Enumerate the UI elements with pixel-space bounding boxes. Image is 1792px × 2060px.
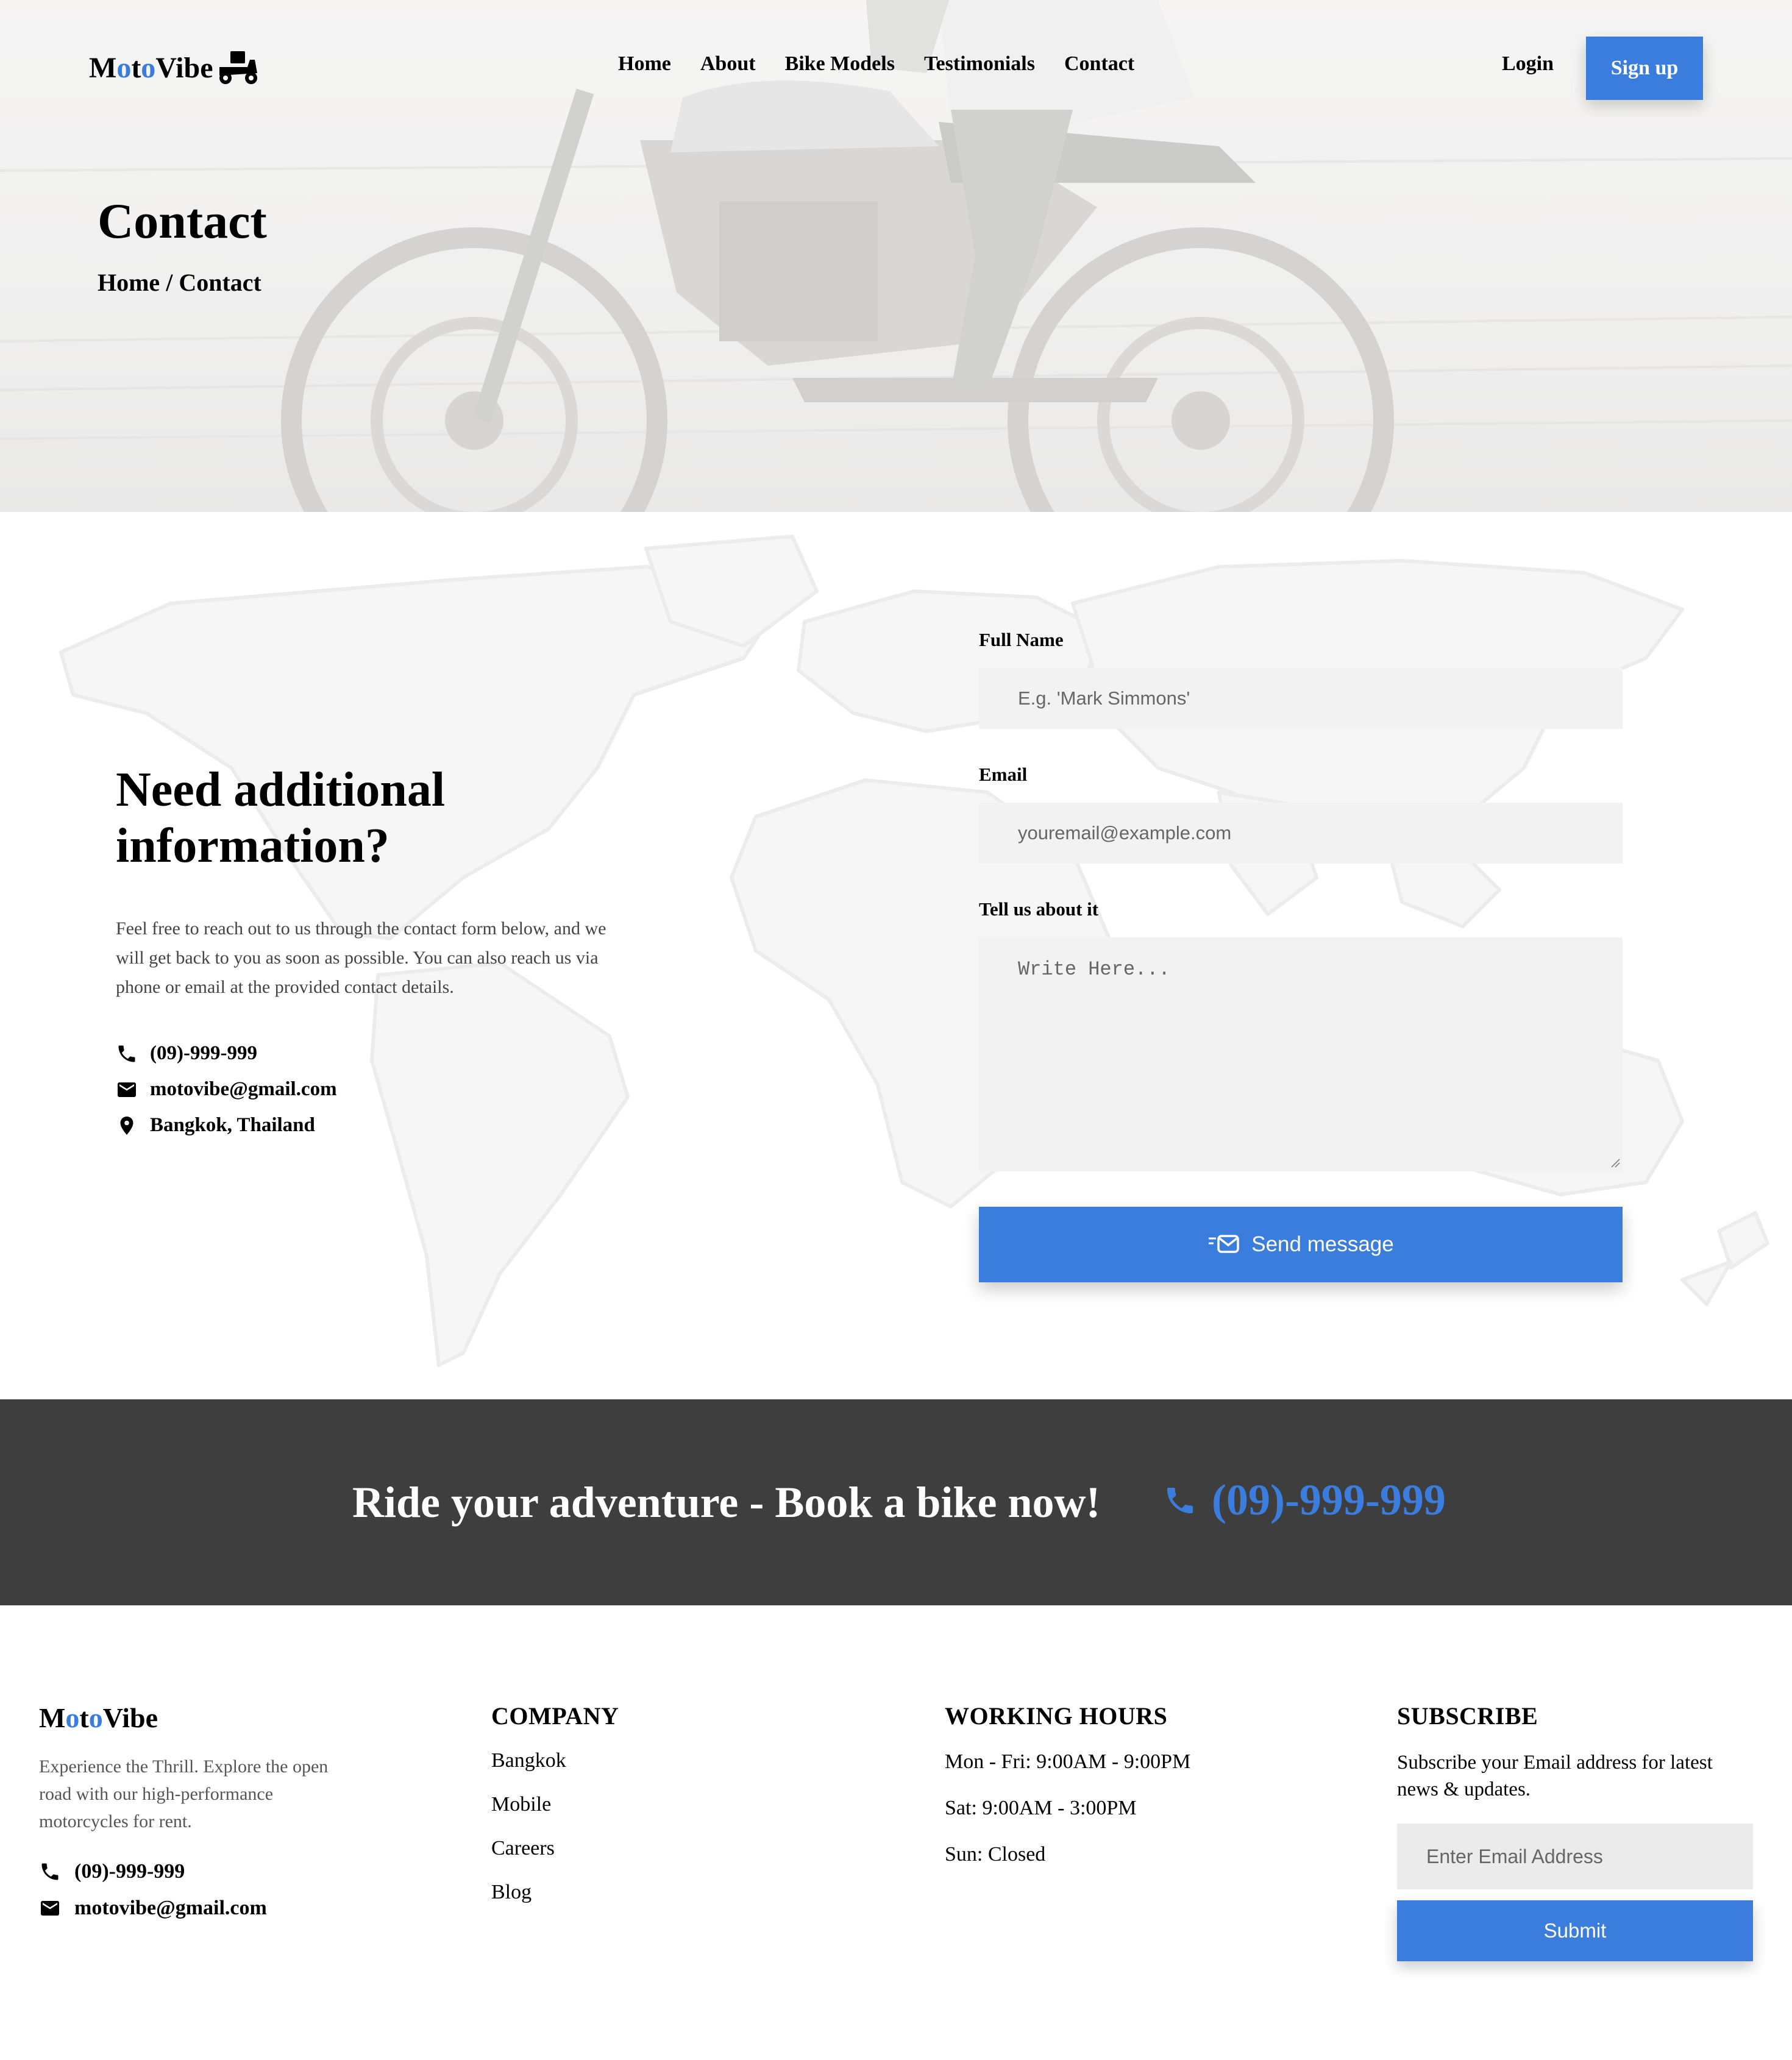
logo-letter: M — [39, 1702, 66, 1733]
breadcrumb-current: Contact — [179, 269, 261, 296]
nav-link-contact[interactable]: Contact — [1064, 52, 1134, 76]
logo-letter-accent: o — [88, 1702, 103, 1733]
full-name-label: Full Name — [979, 629, 1064, 650]
signup-button[interactable]: Sign up — [1586, 37, 1703, 100]
footer-link-bangkok[interactable]: Bangkok — [491, 1749, 566, 1772]
email-input[interactable] — [979, 803, 1623, 864]
nav-link-testimonials[interactable]: Testimonials — [924, 52, 1035, 76]
logo-letter: t — [79, 1702, 89, 1733]
phone-icon — [41, 1863, 59, 1880]
location-pin-icon — [120, 1116, 133, 1135]
company-heading: COMPANY — [491, 1702, 619, 1730]
info-email-row[interactable]: motovibe@gmail.com — [116, 1078, 337, 1101]
footer-link-blog[interactable]: Blog — [491, 1881, 532, 1904]
info-location: Bangkok, Thailand — [150, 1114, 315, 1136]
scooter-icon — [219, 51, 257, 84]
footer-phone-row[interactable]: (09)-999-999 — [39, 1860, 185, 1883]
footer: MotoVibe Experience the Thrill. Explore … — [0, 1605, 1792, 2060]
email-label: Email — [979, 764, 1028, 785]
hours-saturday: Sat: 9:00AM - 3:00PM — [945, 1797, 1137, 1819]
message-label: Tell us about it — [979, 898, 1099, 920]
logo-word: Vibe — [155, 51, 213, 84]
nav-link-about[interactable]: About — [700, 52, 756, 76]
info-phone: (09)-999-999 — [150, 1042, 257, 1064]
send-message-button[interactable]: Send message — [979, 1207, 1623, 1282]
info-location-row: Bangkok, Thailand — [116, 1114, 315, 1137]
subscribe-heading: SUBSCRIBE — [1397, 1702, 1538, 1730]
subscribe-submit-button[interactable]: Submit — [1397, 1900, 1753, 1961]
footer-email-row[interactable]: motovibe@gmail.com — [39, 1897, 267, 1920]
send-mail-icon — [1209, 1235, 1239, 1253]
breadcrumb-separator: / — [166, 269, 173, 296]
message-textarea[interactable] — [979, 937, 1623, 1171]
full-name-input[interactable] — [979, 668, 1623, 729]
hero-banner: Mo t o Vibe Home About Bike Models Testimon… — [0, 0, 1792, 512]
cta-text: Ride your adventure - Book a bike now! — [352, 1478, 1101, 1527]
login-link[interactable]: Login — [1502, 52, 1554, 76]
info-heading: Need additional information? — [116, 763, 446, 873]
logo-letter-accent: o — [116, 51, 132, 84]
logo-letter-accent: o — [141, 51, 156, 84]
cta-phone-number: (09)-999-999 — [1212, 1476, 1446, 1524]
cta-phone-link[interactable]: (09)-999-999 — [1163, 1475, 1446, 1525]
cta-band: Ride your adventure - Book a bike now! (… — [0, 1399, 1792, 1605]
navbar: Mo t o Vibe Home About Bike Models Testimon… — [0, 0, 1792, 140]
resize-grip-icon[interactable] — [1610, 1158, 1620, 1168]
hours-weekdays: Mon - Fri: 9:00AM - 9:00PM — [945, 1750, 1191, 1773]
footer-link-mobile[interactable]: Mobile — [491, 1793, 551, 1816]
logo-word: Vibe — [102, 1702, 158, 1733]
hours-sunday: Sun: Closed — [945, 1843, 1046, 1866]
info-phone-row[interactable]: (09)-999-999 — [116, 1042, 257, 1065]
working-hours-heading: WORKING HOURS — [945, 1702, 1168, 1730]
footer-description: Experience the Thrill. Explore the open … — [39, 1756, 329, 1831]
footer-logo[interactable]: MotoVibe — [39, 1702, 158, 1734]
nav-link-bike-models[interactable]: Bike Models — [785, 52, 895, 76]
footer-link-careers[interactable]: Careers — [491, 1837, 555, 1860]
contact-section: Need additional information? Feel free t… — [0, 512, 1792, 1399]
logo-letter: M — [89, 51, 117, 84]
mail-icon — [41, 1901, 59, 1916]
page-title: Contact — [98, 193, 267, 249]
send-message-label: Send message — [1251, 1232, 1394, 1256]
main-nav: Home About Bike Models Testimonials Cont… — [618, 52, 1134, 76]
logo-letter-accent: o — [65, 1702, 80, 1733]
footer-phone: (09)-999-999 — [74, 1860, 185, 1883]
subscribe-description: Subscribe your Email address for latest … — [1397, 1752, 1713, 1800]
brand-logo[interactable]: Mo t o Vibe — [89, 49, 260, 87]
breadcrumb-home[interactable]: Home — [98, 268, 160, 297]
info-description: Feel free to reach out to us through the… — [116, 918, 606, 997]
logo-letter: t — [131, 51, 141, 84]
mail-icon — [118, 1082, 136, 1097]
footer-email: motovibe@gmail.com — [74, 1897, 267, 1919]
phone-icon — [118, 1045, 135, 1062]
breadcrumb: Home / Contact — [98, 268, 261, 297]
phone-icon — [1167, 1487, 1193, 1513]
subscribe-email-input[interactable] — [1397, 1824, 1753, 1889]
info-email: motovibe@gmail.com — [150, 1078, 337, 1100]
nav-link-home[interactable]: Home — [618, 52, 671, 76]
